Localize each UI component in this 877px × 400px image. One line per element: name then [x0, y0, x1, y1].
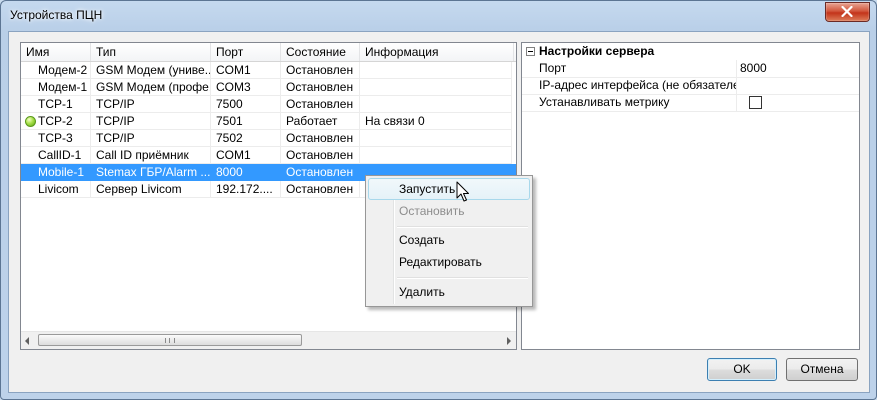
menu-item-delete[interactable]: Удалить — [368, 281, 530, 303]
cell-port: 8000 — [211, 164, 281, 181]
cell-state: Остановлен — [281, 164, 360, 181]
column-header-name[interactable]: Имя — [21, 43, 91, 61]
cell-port: 7502 — [211, 130, 281, 147]
cell-name: Модем-1 — [21, 79, 91, 96]
table-row[interactable]: TCP-1 TCP/IP 7500 Остановлен — [21, 96, 516, 113]
cancel-button[interactable]: Отмена — [786, 358, 858, 381]
window-title: Устройства ПЦН — [10, 8, 103, 22]
cell-type: TCP/IP — [91, 113, 211, 130]
menu-item-create[interactable]: Создать — [368, 229, 530, 251]
cell-state: Остановлен — [281, 96, 360, 113]
property-value-metric[interactable] — [738, 94, 858, 111]
scroll-right-icon[interactable] — [507, 337, 511, 345]
property-category[interactable]: Настройки сервера — [522, 43, 859, 60]
cell-name: TCP-1 — [21, 96, 91, 113]
cell-name: Mobile-1 — [21, 164, 91, 181]
scrollbar-thumb[interactable] — [38, 334, 302, 346]
property-category-label: Настройки сервера — [539, 44, 655, 58]
cell-info — [360, 79, 512, 96]
close-icon — [841, 6, 853, 17]
cell-port: 192.172.... — [211, 181, 281, 198]
cell-name: Модем-2 — [21, 62, 91, 79]
column-header-info[interactable]: Информация — [360, 43, 514, 61]
close-button[interactable] — [825, 2, 870, 22]
cell-state: Остановлен — [281, 79, 360, 96]
cell-port: 7501 — [211, 113, 281, 130]
table-row[interactable]: Модем-1 GSM Модем (профе... COM3 Останов… — [21, 79, 516, 96]
cell-name: TCP-2 — [21, 113, 91, 130]
cell-state: Остановлен — [281, 147, 360, 164]
cell-port: COM1 — [211, 62, 281, 79]
property-row-metric[interactable]: Устанавливать метрику — [522, 94, 859, 112]
cell-port: COM3 — [211, 79, 281, 96]
table-row[interactable]: CallID-1 Call ID приёмник COM1 Остановле… — [21, 147, 516, 164]
table-row[interactable]: Модем-2 GSM Модем (униве... COM1 Останов… — [21, 62, 516, 79]
cell-port: 7500 — [211, 96, 281, 113]
cell-state: Работает — [281, 113, 360, 130]
list-header: Имя Тип Порт Состояние Информация — [21, 43, 516, 62]
column-header-type[interactable]: Тип — [91, 43, 211, 61]
scroll-left-icon[interactable] — [25, 337, 29, 345]
cell-type: TCP/IP — [91, 96, 211, 113]
cell-type: Call ID приёмник — [91, 147, 211, 164]
cell-name: TCP-3 — [21, 130, 91, 147]
cell-type: Сервер Livicom — [91, 181, 211, 198]
cell-info: На связи 0 — [360, 113, 512, 130]
property-value-ip[interactable] — [738, 77, 858, 94]
property-name: Порт — [522, 60, 737, 77]
mouse-pointer-icon — [456, 181, 469, 202]
menu-separator — [397, 226, 528, 228]
cell-name: CallID-1 — [21, 147, 91, 164]
cell-port: COM1 — [211, 147, 281, 164]
menu-item-stop: Остановить — [399, 204, 465, 218]
table-row[interactable]: TCP-3 TCP/IP 7502 Остановлен — [21, 130, 516, 147]
collapse-icon[interactable] — [526, 47, 535, 56]
property-name: Устанавливать метрику — [522, 94, 737, 111]
property-grid[interactable]: Настройки сервера Порт 8000 IP-адрес инт… — [521, 42, 860, 350]
metric-checkbox[interactable] — [749, 96, 762, 109]
cell-type: GSM Модем (профе... — [91, 79, 211, 96]
cell-info — [360, 130, 512, 147]
menu-item-start[interactable]: Запустить — [368, 178, 530, 200]
cell-info — [360, 147, 512, 164]
horizontal-scrollbar[interactable] — [21, 331, 516, 349]
grip-icon — [165, 338, 175, 343]
cell-info — [360, 62, 512, 79]
column-header-port[interactable]: Порт — [211, 43, 281, 61]
cell-type: Stemax ГБР/Alarm ... — [91, 164, 211, 181]
cell-type: TCP/IP — [91, 130, 211, 147]
property-name: IP-адрес интерфейса (не обязателен) — [522, 77, 737, 94]
menu-separator — [397, 277, 528, 279]
title-bar[interactable]: Устройства ПЦН — [1, 1, 876, 31]
cell-state: Остановлен — [281, 62, 360, 79]
cell-info — [360, 96, 512, 113]
cell-type: GSM Модем (униве... — [91, 62, 211, 79]
table-row[interactable]: TCP-2 TCP/IP 7501 Работает На связи 0 — [21, 113, 516, 130]
context-menu: Запустить Остановить Создать Редактирова… — [365, 175, 533, 307]
property-value-port[interactable]: 8000 — [738, 60, 858, 77]
property-row-ip[interactable]: IP-адрес интерфейса (не обязателен) — [522, 77, 859, 95]
cell-state: Остановлен — [281, 181, 360, 198]
column-header-state[interactable]: Состояние — [281, 43, 360, 61]
cell-state: Остановлен — [281, 130, 360, 147]
property-row-port[interactable]: Порт 8000 — [522, 60, 859, 78]
menu-item-edit[interactable]: Редактировать — [368, 251, 530, 273]
cell-name: Livicom — [21, 181, 91, 198]
ok-button[interactable]: OK — [707, 358, 777, 381]
